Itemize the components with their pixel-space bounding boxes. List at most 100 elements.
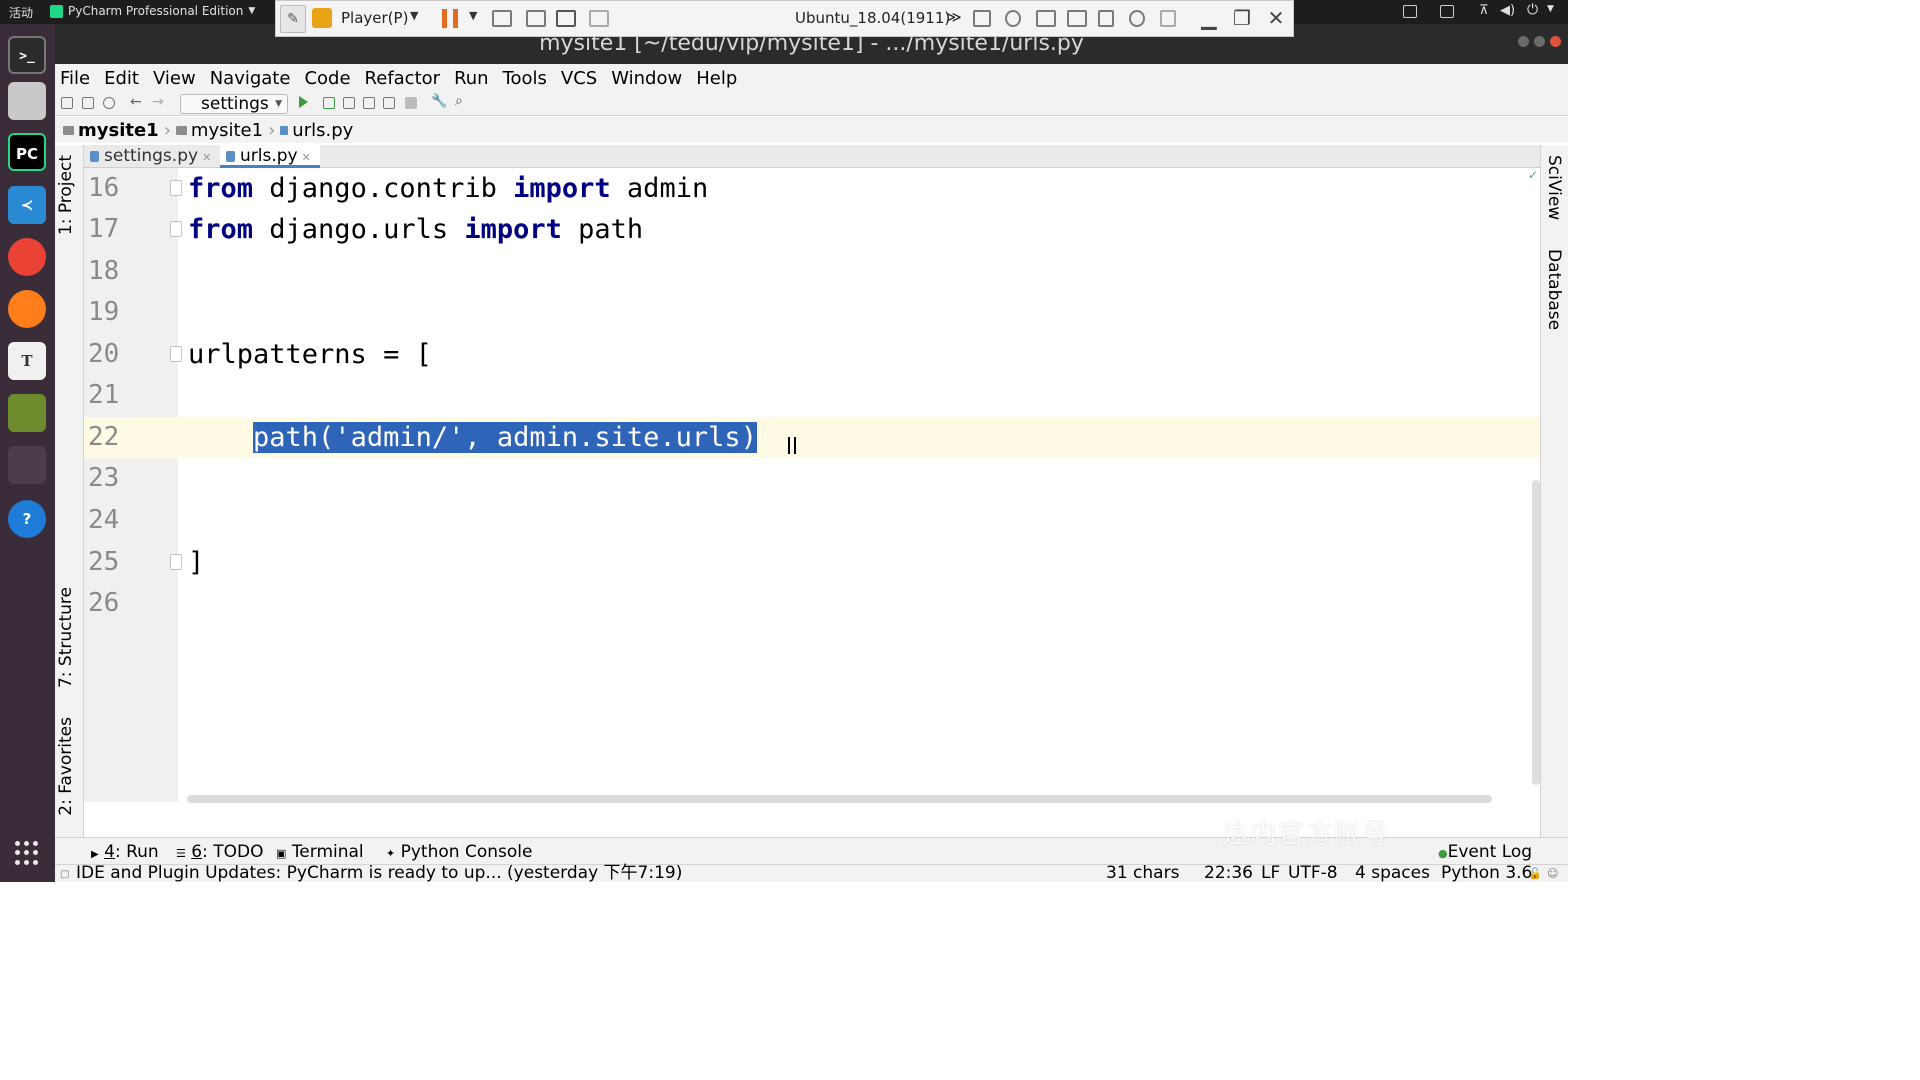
help-icon[interactable]: ? <box>8 500 46 538</box>
menu-navigate[interactable]: Navigate <box>210 68 291 89</box>
breadcrumb-file[interactable]: urls.py <box>292 120 353 141</box>
close-icon[interactable]: ✕ <box>302 151 311 164</box>
close-window-button[interactable] <box>1550 36 1561 47</box>
horizontal-scrollbar[interactable] <box>187 795 1492 803</box>
pause-icon[interactable] <box>442 9 458 28</box>
inspector-icon[interactable]: ☺ <box>1547 865 1558 882</box>
chrome-icon[interactable] <box>8 238 46 276</box>
tool-window-project[interactable]: 1: Project <box>56 155 76 235</box>
menu-view[interactable]: View <box>153 68 196 89</box>
vertical-scrollbar[interactable] <box>1532 480 1540 785</box>
firefox-icon[interactable] <box>8 290 46 328</box>
tool-window-python-console[interactable]: ✦ Python Console <box>386 842 532 862</box>
menu-help[interactable]: Help <box>696 68 737 89</box>
wrench-icon[interactable]: 🔧 <box>431 94 447 109</box>
minimize-icon[interactable]: ▁ <box>1196 6 1222 32</box>
tool-window-run[interactable]: ▶ 4: Run <box>91 842 159 862</box>
profile-icon[interactable] <box>363 97 375 109</box>
unity-icon[interactable] <box>589 10 609 27</box>
network-adapter-icon[interactable] <box>1036 10 1056 27</box>
terminal-icon[interactable]: >_ <box>8 36 46 74</box>
menu-refactor[interactable]: Refactor <box>365 68 441 89</box>
keyboard-icon[interactable] <box>1403 5 1417 18</box>
file-manager-icon[interactable] <box>8 82 46 120</box>
speaker-icon[interactable] <box>1160 10 1176 27</box>
stop-icon[interactable] <box>405 97 417 109</box>
search-icon[interactable]: ⌕ <box>455 93 463 109</box>
fold-marker[interactable] <box>170 554 182 570</box>
menu-window[interactable]: Window <box>611 68 682 89</box>
sound-icon[interactable] <box>1098 10 1114 27</box>
removable-devices-icon[interactable] <box>526 10 546 27</box>
chevron-down-icon[interactable]: ▼ <box>1547 4 1554 14</box>
tool-window-terminal[interactable]: ▣ Terminal <box>276 842 364 862</box>
notification-icon[interactable]: ▢ <box>60 866 69 883</box>
books-icon[interactable] <box>8 394 46 432</box>
network-icon[interactable]: ⊼ <box>1479 3 1489 18</box>
cd-icon[interactable] <box>1005 10 1021 27</box>
maximize-window-button[interactable] <box>1534 36 1545 47</box>
pycharm-icon[interactable]: PC <box>8 133 46 171</box>
pin-icon[interactable]: ✎ <box>280 5 306 33</box>
close-icon[interactable]: ✕ <box>202 151 211 164</box>
restore-icon[interactable]: ❐ <box>1229 6 1255 32</box>
show-apps-icon[interactable] <box>15 841 39 865</box>
display-icon[interactable] <box>1440 5 1454 18</box>
fold-marker[interactable] <box>170 180 182 196</box>
fold-marker[interactable] <box>170 221 182 237</box>
tab-urls-py[interactable]: urls.py ✕ <box>220 145 320 168</box>
menu-code[interactable]: Code <box>304 68 350 89</box>
tool-window-todo[interactable]: ☰ 6: TODO <box>176 842 263 862</box>
send-ctrl-alt-del-icon[interactable] <box>492 10 512 27</box>
breadcrumb-project[interactable]: mysite1 <box>78 120 159 141</box>
menu-file[interactable]: File <box>60 68 90 89</box>
back-icon[interactable]: ← <box>130 94 142 110</box>
run-icon[interactable] <box>299 96 308 108</box>
save-icon[interactable] <box>82 97 94 109</box>
debug-icon[interactable] <box>323 97 335 109</box>
inspection-ok-icon[interactable]: ✓ <box>1528 168 1538 182</box>
app-menu[interactable]: PyCharm Professional Edition ▼ <box>50 4 255 18</box>
player-menu[interactable]: Player(P) <box>341 9 408 27</box>
power-icon[interactable]: ⏻ <box>1527 2 1538 18</box>
breadcrumb-folder[interactable]: mysite1 <box>191 120 263 141</box>
chevron-down-icon[interactable]: ▼ <box>469 9 477 22</box>
line-separator[interactable]: LF <box>1261 865 1280 882</box>
paint-icon[interactable] <box>8 446 46 484</box>
tool-window-database[interactable]: Database <box>1544 249 1564 330</box>
printer-icon[interactable] <box>1067 10 1087 27</box>
minimize-window-button[interactable] <box>1518 36 1529 47</box>
status-message[interactable]: IDE and Plugin Updates: PyCharm is ready… <box>76 865 682 882</box>
forward-icon[interactable]: → <box>152 94 164 110</box>
text-editor-icon[interactable]: T <box>8 342 46 380</box>
lock-icon[interactable]: 🔓 <box>1528 865 1542 882</box>
vscode-icon[interactable]: ≺ <box>8 186 46 224</box>
tool-window-sciview[interactable]: SciView <box>1544 155 1564 220</box>
tool-window-structure[interactable]: 7: Structure <box>56 587 76 688</box>
menu-run[interactable]: Run <box>454 68 489 89</box>
open-icon[interactable] <box>61 97 73 109</box>
hard-disk-icon[interactable] <box>973 10 991 27</box>
more-icon[interactable]: ≫ <box>946 8 962 26</box>
menu-tools[interactable]: Tools <box>503 68 547 89</box>
concurrency-icon[interactable] <box>383 97 395 109</box>
coverage-icon[interactable] <box>343 97 355 109</box>
run-configuration-select[interactable]: settings ▼ <box>180 94 288 114</box>
camera-icon[interactable] <box>1129 10 1145 27</box>
fold-marker[interactable] <box>170 346 182 362</box>
file-encoding[interactable]: UTF-8 <box>1288 865 1338 882</box>
caret-position[interactable]: 22:36 <box>1204 865 1253 882</box>
volume-icon[interactable]: ◀) <box>1500 3 1515 18</box>
tool-window-event-log[interactable]: ●Event Log <box>1438 842 1532 862</box>
python-interpreter[interactable]: Python 3.6 <box>1441 865 1532 882</box>
activities-button[interactable]: 活动 <box>9 4 33 21</box>
indent-setting[interactable]: 4 spaces <box>1355 865 1430 882</box>
close-icon[interactable]: ✕ <box>1263 6 1289 32</box>
chevron-down-icon[interactable]: ▼ <box>410 9 418 22</box>
sync-icon[interactable] <box>103 97 115 109</box>
tab-settings-py[interactable]: settings.py ✕ <box>84 145 218 168</box>
tool-window-favorites[interactable]: 2: Favorites <box>56 717 76 816</box>
menu-edit[interactable]: Edit <box>104 68 139 89</box>
menu-vcs[interactable]: VCS <box>561 68 597 89</box>
fullscreen-icon[interactable] <box>556 10 576 27</box>
